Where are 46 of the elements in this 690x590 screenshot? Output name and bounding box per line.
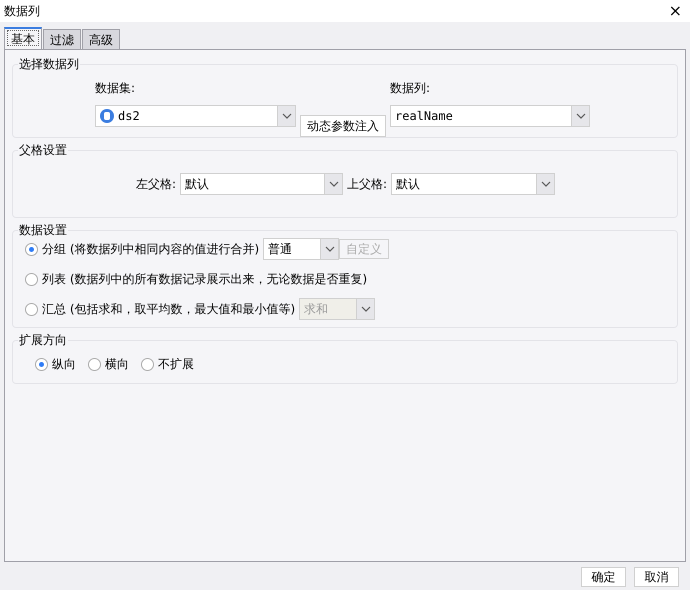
database-icon: [100, 109, 114, 123]
chevron-icon: [576, 113, 586, 119]
tab[interactable]: 过滤: [43, 29, 81, 49]
dialog-button[interactable]: 确定: [581, 567, 626, 587]
radio-button[interactable]: [141, 358, 154, 370]
close-button[interactable]: ×: [664, 3, 686, 19]
tab[interactable]: 高级: [82, 29, 120, 49]
field-label: 数据集:: [95, 80, 136, 97]
chevron-icon: [540, 181, 551, 187]
field-label: 数据列:: [390, 80, 432, 97]
radio-label: 汇总 (包括求和，取平均数，最大值和最小值等): [42, 301, 296, 318]
dropdown[interactable]: ds2: [95, 105, 296, 127]
radio-label: 纵向: [52, 356, 76, 373]
dropdown-value: 默认: [184, 176, 210, 193]
group-title: 数据设置: [18, 221, 68, 239]
dropdown[interactable]: 普通: [263, 238, 340, 260]
dropdown[interactable]: 默认: [180, 173, 344, 195]
radio-button[interactable]: [25, 302, 38, 316]
window-title: 数据列: [4, 3, 40, 20]
group-title: 父格设置: [18, 141, 68, 159]
radio-label: 列表 (数据列中的所有数据记录展示出来，无论数据是否重复): [42, 271, 368, 288]
radio-button[interactable]: [35, 358, 48, 370]
radio-label: 不扩展: [158, 356, 194, 373]
chevron-icon: [324, 246, 335, 252]
group-title: 扩展方向: [18, 331, 68, 349]
radio-label: 横向: [105, 356, 129, 373]
radio-button[interactable]: [25, 242, 38, 256]
group-title: 选择数据列: [18, 55, 80, 73]
field-label: 上父格:: [347, 176, 388, 193]
dropdown-value: realName: [394, 108, 454, 125]
dropdown-value: ds2: [117, 108, 141, 125]
dropdown-value: 默认: [395, 176, 422, 193]
radio-label: 分组 (将数据列中相同内容的值进行合并): [42, 241, 260, 258]
dialog-button[interactable]: 取消: [634, 567, 679, 587]
dropdown[interactable]: 默认: [391, 173, 556, 195]
radio-button[interactable]: [25, 272, 38, 286]
chevron-icon: [282, 113, 292, 119]
radio-button[interactable]: [88, 358, 101, 370]
dropdown-value: 求和: [303, 301, 330, 318]
inject-button[interactable]: 动态参数注入: [300, 115, 386, 137]
dropdown-value: 普通: [267, 241, 294, 258]
chevron-icon: [360, 306, 371, 312]
field-label: 左父格:: [136, 176, 176, 193]
tab[interactable]: 基本: [4, 27, 42, 49]
chevron-icon: [328, 181, 339, 187]
dropdown[interactable]: realName: [390, 105, 590, 127]
